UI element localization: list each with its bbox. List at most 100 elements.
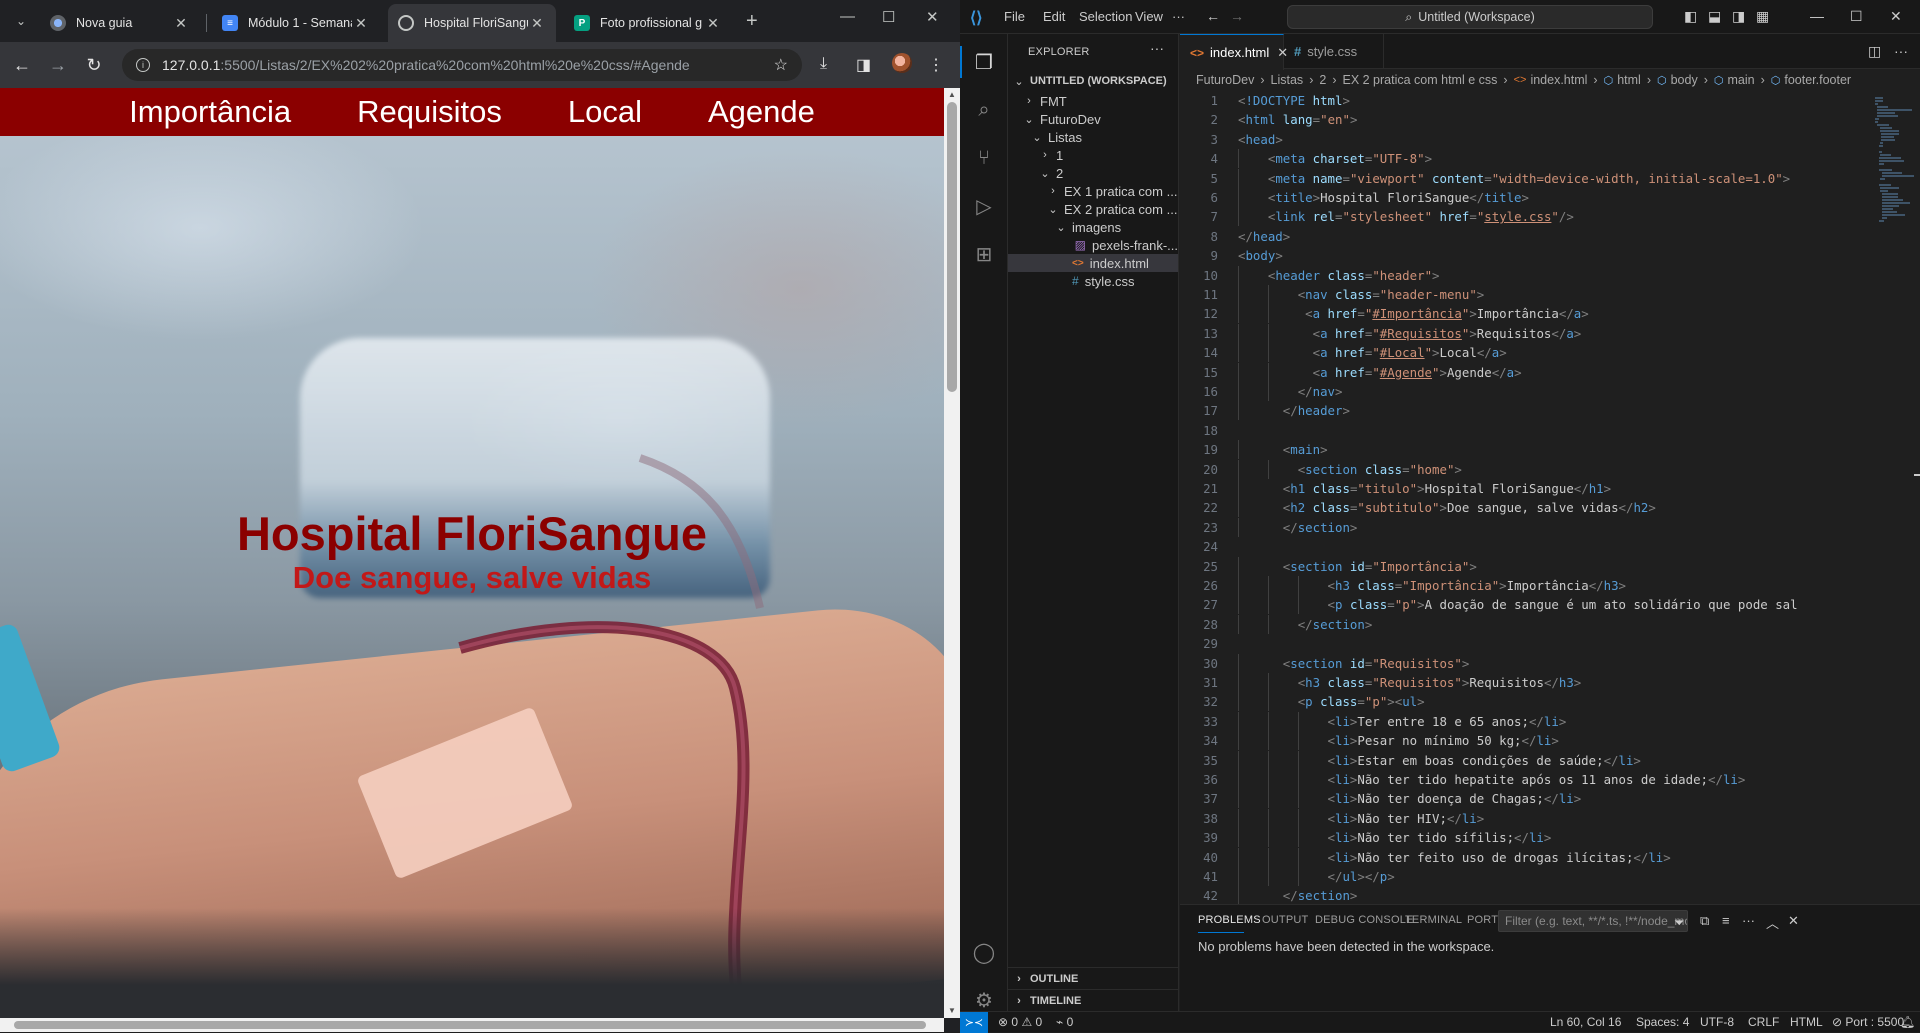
nav-link-agende[interactable]: Agende <box>675 88 848 136</box>
more-actions-icon[interactable]: ··· <box>1742 913 1755 928</box>
search-icon[interactable]: ⌕ <box>972 98 996 122</box>
tree-item[interactable]: ⌄ FuturoDev <box>1008 110 1178 128</box>
tree-item[interactable]: ▨ pexels-frank-... <box>1008 236 1178 254</box>
tab-search-icon[interactable]: ⌄ <box>8 9 34 33</box>
breadcrumb-item[interactable]: body <box>1671 73 1698 87</box>
code-line[interactable]: 15 <a href="#Agende">Agende</a> <box>1180 362 1880 382</box>
nav-link-requisitos[interactable]: Requisitos <box>324 88 535 136</box>
tree-item[interactable]: # style.css <box>1008 272 1178 290</box>
scroll-up-arrow-icon[interactable]: ▲ <box>948 90 956 99</box>
code-line[interactable]: 28 </section> <box>1180 614 1880 634</box>
breadcrumb-item[interactable]: 2 <box>1319 73 1326 87</box>
code-line[interactable]: 8 </head> <box>1180 227 1880 246</box>
code-line[interactable]: 17 </header> <box>1180 401 1880 421</box>
minimap[interactable] <box>1865 91 1920 904</box>
menu-file[interactable]: File <box>1004 9 1025 24</box>
code-line[interactable]: 38 <li>Não ter HIV;</li> <box>1180 808 1880 828</box>
maximize-icon[interactable]: ☐ <box>1850 8 1863 25</box>
breadcrumb-item[interactable]: Listas <box>1271 73 1304 87</box>
code-line[interactable]: 24 <box>1180 537 1880 556</box>
code-line[interactable]: 29 <box>1180 634 1880 653</box>
more-actions-icon[interactable]: ··· <box>1150 40 1164 56</box>
breadcrumb-item[interactable]: FuturoDev <box>1196 73 1254 87</box>
close-icon[interactable]: ✕ <box>528 15 546 32</box>
breadcrumb-item[interactable]: index.html <box>1530 73 1587 87</box>
problems-status[interactable]: ⊗ 0 ⚠ 0 <box>998 1015 1042 1029</box>
collapse-all-icon[interactable]: ⧉ <box>1700 913 1709 929</box>
code-line[interactable]: 23 </section> <box>1180 517 1880 537</box>
code-line[interactable]: 19 <main> <box>1180 440 1880 460</box>
code-line[interactable]: 42 </section> <box>1180 886 1880 904</box>
workspace-root[interactable]: ⌄ UNTITLED (WORKSPACE) <box>1008 70 1178 92</box>
cursor-position[interactable]: Ln 60, Col 16 <box>1550 1015 1621 1029</box>
extensions-icon[interactable]: ⊞ <box>972 242 996 266</box>
code-line[interactable]: 39 <li>Não ter tido sífilis;</li> <box>1180 828 1880 848</box>
code-line[interactable]: 30 <section id="Requisitos"> <box>1180 653 1880 673</box>
code-line[interactable]: 20 <section class="home"> <box>1180 459 1880 479</box>
account-icon[interactable]: ◯ <box>972 940 996 964</box>
editor-tab-style-css[interactable]: # style.css <box>1284 34 1384 69</box>
outline-section[interactable]: › OUTLINE <box>1008 967 1178 989</box>
code-line[interactable]: 5 <meta name="viewport" content="width=d… <box>1180 168 1880 188</box>
tree-item[interactable]: ⌄ imagens <box>1008 218 1178 236</box>
browser-tab[interactable]: Nova guia ✕ <box>40 4 200 42</box>
new-tab-plus-icon[interactable]: + <box>746 10 758 33</box>
back-arrow-icon[interactable]: ← <box>10 53 34 77</box>
browser-tab[interactable]: P Foto profissional g ✕ <box>564 4 732 42</box>
ports-status[interactable]: ⌁ 0 <box>1056 1015 1073 1029</box>
code-line[interactable]: 32 <p class="p"><ul> <box>1180 692 1880 712</box>
menu-selection[interactable]: Selection <box>1079 9 1132 24</box>
code-line[interactable]: 9 <body> <box>1180 246 1880 265</box>
manage-gear-icon[interactable]: ⚙ <box>972 988 996 1012</box>
download-icon[interactable]: ⤓ <box>820 55 827 73</box>
minimize-icon[interactable]: — <box>1810 8 1824 24</box>
breadcrumb-item[interactable]: footer.footer <box>1784 73 1851 87</box>
reload-icon[interactable]: ↻ <box>82 53 106 77</box>
explorer-files-icon[interactable]: ❐ <box>972 50 996 74</box>
profile-avatar[interactable] <box>892 53 912 73</box>
breadcrumb-item[interactable]: html <box>1617 73 1641 87</box>
code-line[interactable]: 26 <h3 class="Importância">Importância</… <box>1180 576 1880 595</box>
tree-item[interactable]: › 1 <box>1008 146 1178 164</box>
code-line[interactable]: 31 <h3 class="Requisitos">Requisitos</h3… <box>1180 673 1880 692</box>
code-line[interactable]: 14 <a href="#Local">Local</a> <box>1180 343 1880 363</box>
scrollbar-thumb[interactable] <box>14 1021 926 1029</box>
indentation-status[interactable]: Spaces: 4 <box>1636 1015 1689 1029</box>
code-line[interactable]: 11 <nav class="header-menu"> <box>1180 285 1880 304</box>
toggle-sidebar-icon[interactable]: ◧ <box>1684 8 1697 25</box>
code-line[interactable]: 1 <!DOCTYPE html> <box>1180 91 1880 110</box>
code-line[interactable]: 10 <header class="header"> <box>1180 265 1880 285</box>
notifications-bell-icon[interactable]: 🔔︎ <box>1900 1015 1915 1029</box>
timeline-section[interactable]: › TIMELINE <box>1008 989 1178 1011</box>
code-line[interactable]: 41 </ul></p> <box>1180 867 1880 886</box>
panel-tab-problems[interactable]: PROBLEMS <box>1198 914 1261 926</box>
close-window-icon[interactable]: ✕ <box>1890 8 1902 25</box>
more-menu-icon[interactable]: ⋮ <box>928 55 944 75</box>
code-line[interactable]: 18 <box>1180 421 1880 440</box>
menu-edit[interactable]: Edit <box>1043 9 1065 24</box>
panel-tab-debug-console[interactable]: DEBUG CONSOLE <box>1315 914 1414 926</box>
live-server-status[interactable]: ⊘ Port : 5500 <box>1832 1015 1904 1029</box>
page-horizontal-scrollbar[interactable] <box>0 1018 944 1032</box>
close-icon[interactable]: ✕ <box>352 15 370 32</box>
code-line[interactable]: 27 <p class="p">A doação de sangue é um … <box>1180 595 1880 615</box>
tree-item[interactable]: <> index.html <box>1008 254 1178 272</box>
scrollbar-thumb[interactable] <box>947 102 957 392</box>
remote-indicator-icon[interactable]: ≻≺ <box>960 1012 988 1033</box>
page-vertical-scrollbar[interactable]: ▲ ▼ <box>944 88 960 1018</box>
browser-tab[interactable]: ≡ Módulo 1 - Semana ✕ <box>212 4 380 42</box>
filter-icon[interactable]: ⏷ <box>1674 915 1684 931</box>
code-editor[interactable]: 1 <!DOCTYPE html> 2 <html lang="en"> 3 <head>… <box>1180 91 1920 904</box>
eol-status[interactable]: CRLF <box>1748 1015 1779 1029</box>
more-actions-icon[interactable]: ··· <box>1894 43 1908 59</box>
code-line[interactable]: 36 <li>Não ter tido hepatite após os 11 … <box>1180 770 1880 789</box>
close-icon[interactable]: ✕ <box>172 15 190 32</box>
code-line[interactable]: 6 <title>Hospital FloriSangue</title> <box>1180 188 1880 207</box>
code-line[interactable]: 37 <li>Não ter doença de Chagas;</li> <box>1180 789 1880 809</box>
toggle-panel-icon[interactable]: ⬓ <box>1708 8 1721 25</box>
browser-tab-active[interactable]: Hospital FloriSangue ✕ <box>388 4 556 42</box>
close-panel-icon[interactable]: ✕ <box>1788 913 1799 929</box>
run-debug-icon[interactable]: ▷ <box>972 194 996 218</box>
view-as-list-icon[interactable]: ≡ <box>1722 913 1730 928</box>
code-line[interactable]: 7 <link rel="stylesheet" href="style.css… <box>1180 207 1880 227</box>
